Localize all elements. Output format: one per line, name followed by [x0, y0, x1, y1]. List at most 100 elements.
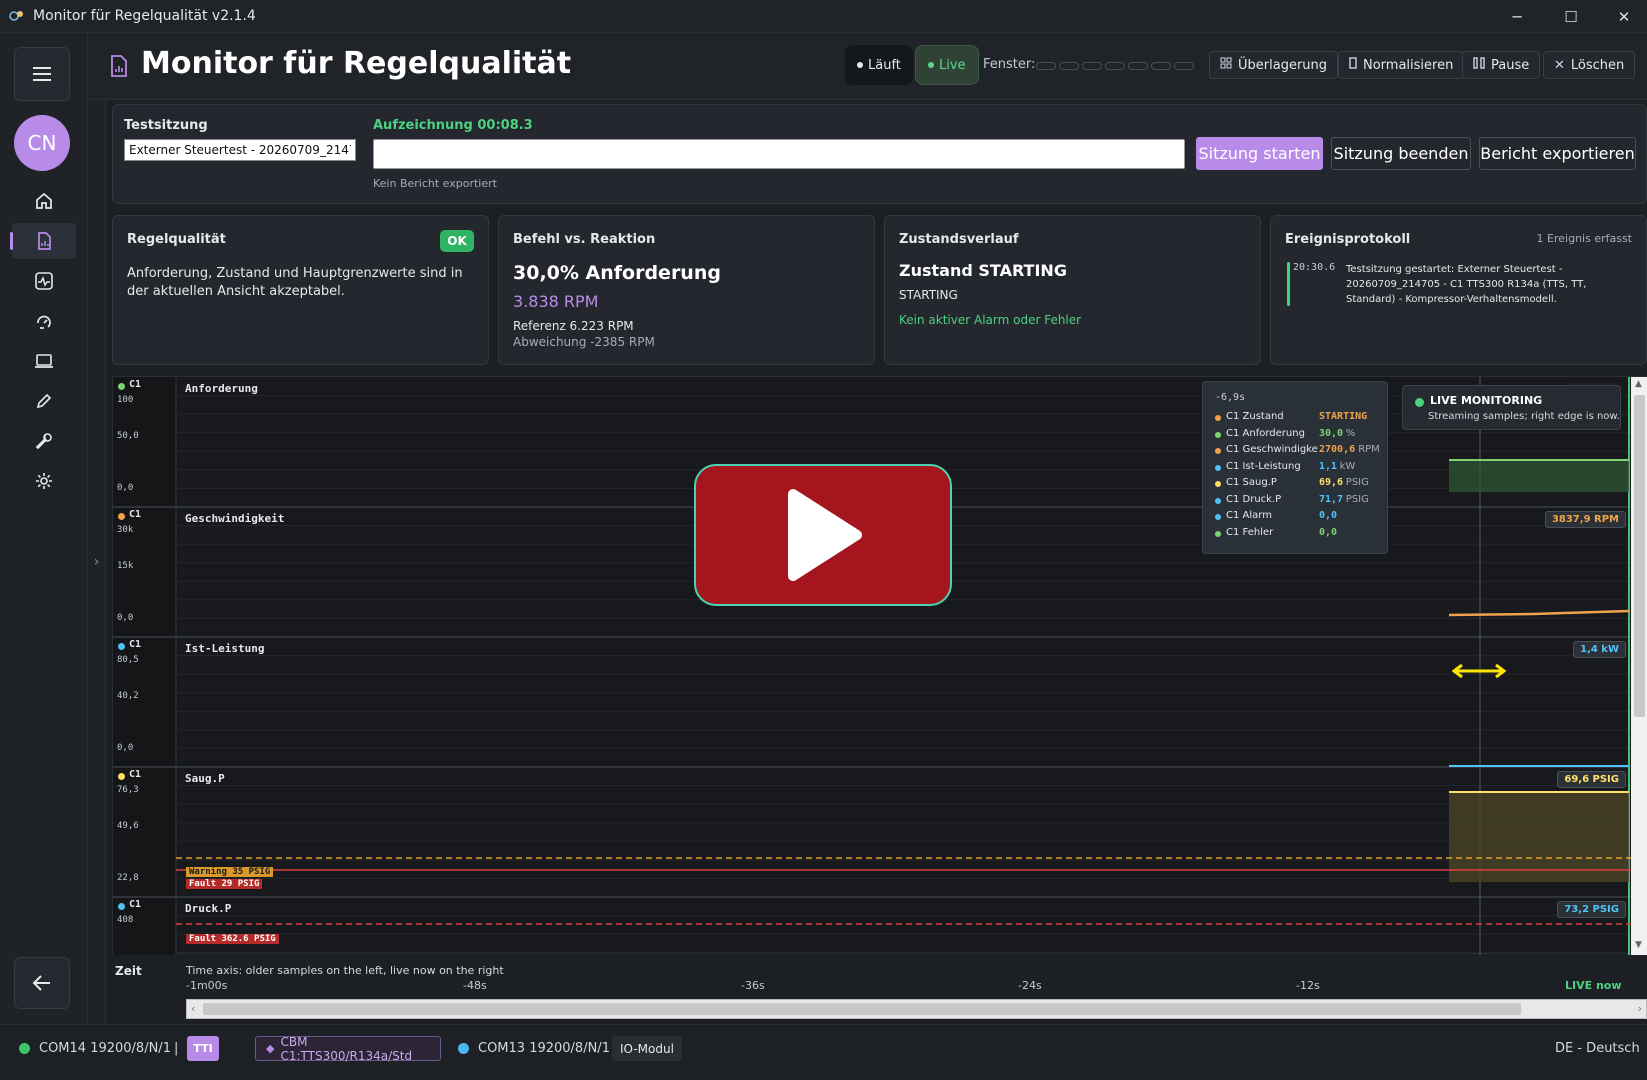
tooltip-row-unit: kW	[1339, 460, 1356, 472]
grid-icon	[1220, 57, 1232, 73]
sidebar-item-monitor[interactable]	[12, 263, 76, 299]
vertical-scrollbar[interactable]: ▲ ▼	[1631, 377, 1647, 955]
close-window-button[interactable]: ✕	[1598, 0, 1647, 33]
y-tick-label: 0,0	[117, 483, 134, 493]
gauge-icon	[37, 315, 51, 329]
end-session-button[interactable]: Sitzung beenden	[1331, 137, 1471, 170]
tooltip-series-dot	[1215, 530, 1221, 537]
back-button[interactable]	[14, 957, 70, 1009]
window-size-option[interactable]	[1151, 62, 1171, 70]
diamond-icon: ◆	[266, 1042, 275, 1055]
lane-title: Geschwindigkeit	[185, 512, 285, 525]
sidebar-expand-handle[interactable]: ›	[88, 100, 106, 1024]
scroll-down-icon: ▼	[1635, 940, 1642, 950]
event-text: Testsitzung gestartet: Externer Steuerte…	[1346, 264, 1587, 305]
window-size-option[interactable]	[1059, 62, 1079, 70]
fault-threshold-label-druck: Fault 362.6 PSIG	[186, 934, 279, 944]
document-chart-icon	[38, 232, 51, 250]
double-arrow-icon[interactable]	[1452, 663, 1506, 679]
hamburger-menu-button[interactable]	[14, 47, 70, 101]
session-label: Testsitzung	[124, 118, 208, 133]
maximize-button[interactable]: ☐	[1545, 0, 1597, 33]
arrow-left-icon	[32, 975, 50, 991]
time-axis-label: Zeit	[115, 964, 142, 978]
session-name-input[interactable]	[124, 139, 356, 161]
y-axis-gutter	[113, 377, 176, 955]
tooltip-row-value: 2700,6	[1319, 444, 1356, 455]
sidebar-item-report[interactable]	[10, 223, 76, 259]
tooltip-row-label: C1 Anforderung	[1226, 427, 1305, 439]
state-value: STARTING	[899, 288, 958, 302]
tooltip-row-label: C1 Geschwindigkeit	[1226, 444, 1318, 455]
sidebar-item-home[interactable]	[12, 183, 76, 219]
tooltip-row-value: 0,0	[1319, 526, 1338, 538]
cbm-badge[interactable]: ◆ CBM C1:TTS300/R134a/Std	[255, 1035, 441, 1063]
window-size-option[interactable]	[1128, 62, 1148, 70]
window-title: Monitor für Regelqualität v2.1.4	[33, 8, 256, 24]
tooltip-row-label: C1 Alarm	[1226, 510, 1272, 521]
live-monitoring-subtitle: Streaming samples; right edge is now.	[1428, 411, 1620, 422]
normalize-button[interactable]: Normalisieren	[1338, 51, 1465, 79]
time-tick-label: -1m00s	[186, 979, 228, 992]
clear-button[interactable]: ✕ Löschen	[1543, 51, 1636, 79]
y-tick-label: 22,8	[117, 873, 139, 883]
quality-card-title: Regelqualität	[127, 232, 226, 247]
wrench-icon	[35, 433, 52, 450]
tooltip-series-dot	[1215, 481, 1221, 487]
rectangle-icon	[1349, 57, 1357, 73]
sidebar-item-editor[interactable]	[12, 383, 76, 419]
window-size-option[interactable]	[1105, 62, 1125, 70]
pause-button[interactable]: Pause	[1462, 51, 1541, 79]
tti-badge[interactable]: TTI	[187, 1036, 219, 1061]
sidebar-item-devices[interactable]	[12, 343, 76, 379]
tooltip-row-value: 71,7	[1319, 493, 1344, 505]
app-icon	[9, 8, 25, 24]
page-header: Monitor für Regelqualität Läuft Live Fen…	[88, 33, 1647, 100]
live-monitoring-box: LIVE MONITORING Streaming samples; right…	[1402, 385, 1621, 430]
window-size-option[interactable]	[1174, 62, 1194, 70]
lane-series-dot	[118, 903, 125, 910]
y-tick-label: 0,0	[117, 613, 134, 623]
tooltip-row-value: 0,0	[1319, 510, 1338, 521]
y-tick-label: 0,0	[117, 743, 134, 753]
overlay-button[interactable]: Überlagerung	[1209, 51, 1339, 79]
geschwindigkeit-trace	[1448, 609, 1630, 617]
horizontal-scrollbar[interactable]: ‹ ›	[186, 999, 1647, 1019]
minimize-button[interactable]: ─	[1491, 0, 1543, 33]
tooltip-row-label: C1 Fehler	[1226, 526, 1274, 538]
tooltip-row-label: C1 Druck.P	[1226, 493, 1282, 505]
status-running-badge: Läuft	[845, 45, 913, 85]
deviation-value: Abweichung -2385 RPM	[513, 335, 655, 349]
tooltip-row-label: C1 Zustand	[1226, 411, 1284, 422]
scrollbar-thumb[interactable]	[1634, 395, 1645, 717]
window-size-option[interactable]	[1082, 62, 1102, 70]
sidebar-item-diagnostics[interactable]	[12, 303, 76, 339]
connection-dot-icon	[458, 1043, 469, 1054]
y-tick-label: 50,0	[117, 431, 139, 441]
event-log-title: Ereignisprotokoll	[1285, 232, 1411, 247]
horizontal-scrollbar-thumb[interactable]	[203, 1003, 1521, 1015]
lane-series-dot	[118, 773, 125, 780]
anforderung-fill	[1449, 460, 1629, 492]
avatar[interactable]: CN	[14, 115, 70, 171]
y-tick-label: 80,5	[117, 655, 139, 665]
video-play-button[interactable]	[694, 464, 952, 606]
io-module-badge[interactable]: IO-Modul	[612, 1036, 682, 1061]
menu-icon	[33, 67, 51, 81]
sidebar-item-tools[interactable]	[12, 423, 76, 459]
time-tick-label: -48s	[463, 979, 487, 992]
quality-text: Anforderung, Zustand und Hauptgrenzwerte…	[127, 266, 463, 299]
sidebar-item-settings[interactable]	[12, 463, 76, 499]
start-session-button[interactable]: Sitzung starten	[1196, 137, 1323, 170]
export-report-button[interactable]: Bericht exportieren	[1479, 137, 1636, 170]
window-size-option[interactable]	[1036, 62, 1056, 70]
lane-channel: C1	[129, 379, 142, 390]
pulse-icon	[35, 272, 53, 290]
quality-card: Regelqualität OK Anforderung, Zustand un…	[112, 215, 489, 365]
language-selector[interactable]: DE - Deutsch	[1555, 1041, 1640, 1056]
lane-channel: C1	[129, 769, 142, 780]
live-dot-icon	[928, 62, 934, 68]
fault-threshold-label: Fault 29 PSIG	[186, 879, 263, 889]
pause-icon	[1473, 57, 1485, 73]
status-separator: |	[174, 1041, 179, 1056]
